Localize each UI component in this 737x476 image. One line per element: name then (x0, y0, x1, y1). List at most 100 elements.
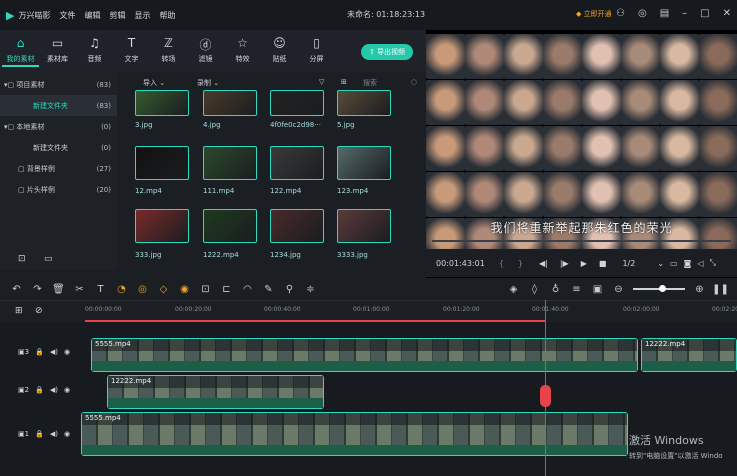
menu-file[interactable]: 文件 (59, 10, 75, 21)
volume-icon[interactable]: ◁ (697, 259, 703, 268)
media-thumbnail[interactable] (135, 90, 189, 116)
close-icon[interactable]: ✕ (723, 8, 731, 19)
volume-icon[interactable]: ◀) (50, 386, 58, 394)
fit-icon[interactable]: ⊡ (195, 284, 216, 295)
zoom-out-icon[interactable]: ⊖ (608, 284, 629, 295)
timeline-clip[interactable]: 5555.mp4 (91, 338, 638, 372)
eye-icon[interactable]: ◉ (64, 430, 70, 438)
redo-icon[interactable]: ↷ (27, 284, 48, 295)
record-dropdown[interactable]: 录制 ⌄ (197, 78, 219, 88)
tab-effect[interactable]: ☆ 特效 (224, 30, 261, 72)
stabilize-icon[interactable]: ◉ (174, 284, 195, 295)
eye-icon[interactable]: ◉ (64, 348, 70, 356)
media-thumbnail[interactable] (270, 209, 324, 243)
media-thumbnail[interactable] (337, 146, 391, 180)
play-icon[interactable]: ▶ (581, 259, 587, 268)
media-thumbnail[interactable] (337, 209, 391, 243)
fullscreen-icon[interactable]: ⤡ (710, 258, 716, 268)
audio-split-icon[interactable]: ⚲ (279, 284, 300, 295)
help-icon[interactable]: ◎ (638, 8, 647, 19)
tab-text[interactable]: T 文字 (113, 30, 150, 72)
media-thumbnail[interactable] (270, 146, 324, 180)
stop-icon[interactable]: ■ (599, 259, 607, 268)
video-preview[interactable]: 我们将重新举起那朱红色的荣光 (426, 30, 737, 278)
sidebar-item-backgrounds[interactable]: ▢ 背景样例 (27) (0, 158, 117, 179)
media-thumbnail[interactable] (135, 209, 189, 243)
lock-icon[interactable]: 🔒 (35, 386, 44, 394)
tab-sticker[interactable]: ☺ 贴纸 (261, 30, 298, 72)
search-input[interactable]: 搜索 ○ (363, 78, 417, 88)
mark-in-icon[interactable]: { (499, 259, 504, 268)
rotate-icon[interactable]: ◠ (237, 284, 258, 295)
save-icon[interactable]: ▤ (660, 8, 669, 19)
media-thumbnail[interactable] (203, 146, 257, 180)
menu-clip[interactable]: 剪辑 (109, 10, 125, 21)
timeline-clip[interactable]: 12222.mp4 (107, 375, 324, 409)
color-icon[interactable]: ◎ (132, 284, 153, 295)
lock-icon[interactable]: 🔒 (35, 348, 44, 356)
export-button[interactable]: ⇧ 导出视频 (361, 44, 413, 60)
cut-icon[interactable]: ✂ (69, 284, 90, 295)
new-folder-icon[interactable]: ⊡ (18, 254, 26, 264)
tab-transition[interactable]: ℤ 转场 (150, 30, 187, 72)
preview-progress[interactable] (432, 240, 731, 242)
grid-view-icon[interactable]: ⊞ (341, 78, 347, 86)
render-icon[interactable]: ◈ (503, 284, 524, 295)
maximize-icon[interactable]: □ (700, 8, 709, 19)
sidebar-item-local-folder[interactable]: 新建文件夹 (0) (0, 137, 117, 158)
pause-icon[interactable]: ❚❚ (710, 284, 731, 295)
eye-icon[interactable]: ◉ (64, 386, 70, 394)
filter-icon[interactable]: ▽ (319, 78, 324, 86)
minimize-icon[interactable]: – (682, 8, 687, 19)
mic-icon[interactable]: ♁ (545, 284, 566, 295)
shield-icon[interactable]: ◊ (524, 284, 545, 295)
delete-icon[interactable]: 🗑 (48, 284, 69, 295)
brush-icon[interactable]: ✎ (258, 284, 279, 295)
tab-folder[interactable]: ▭ 素材库 (39, 30, 76, 72)
volume-icon[interactable]: ◀) (50, 430, 58, 438)
text-edit-icon[interactable]: T (90, 284, 111, 295)
zoom-slider[interactable] (633, 285, 685, 292)
tab-split[interactable]: ▯ 分屏 (298, 30, 335, 72)
crop-icon[interactable]: ⊏ (216, 284, 237, 295)
zoom-ratio-select[interactable]: 1/2 (622, 259, 635, 268)
display-icon[interactable]: ▭ (670, 259, 678, 268)
media-thumbnail[interactable] (203, 90, 257, 116)
mixer-icon[interactable]: ≡ (566, 284, 587, 295)
user-icon[interactable]: ⚇ (616, 8, 625, 19)
tab-music[interactable]: ♫ 音频 (76, 30, 113, 72)
step-back-icon[interactable]: ◀| (539, 259, 548, 268)
vip-button[interactable]: ◆ 立即开通 (576, 9, 612, 19)
speed-icon[interactable]: ◔ (111, 284, 132, 295)
undo-icon[interactable]: ↶ (6, 284, 27, 295)
media-thumbnail[interactable] (270, 90, 324, 116)
sidebar-item-new-folder[interactable]: 新建文件夹 (83) (0, 95, 117, 116)
tab-filter[interactable]: ⓓ 滤镜 (187, 30, 224, 72)
link-icon[interactable]: ⊘ (35, 306, 43, 316)
sidebar-item-local[interactable]: ▾▢ 本地素材 (0) (0, 116, 117, 137)
timeline-clip[interactable]: 12222.mp4 (641, 338, 737, 372)
subtitle-icon[interactable]: ▣ (587, 284, 608, 295)
tab-folder[interactable]: ⌂ 我的素材 (2, 30, 39, 72)
adjust-icon[interactable]: ≑ (300, 284, 321, 295)
zoom-handle[interactable] (659, 285, 666, 292)
volume-icon[interactable]: ◀) (50, 348, 58, 356)
add-track-icon[interactable]: ⊞ (15, 306, 23, 316)
frame-play-icon[interactable]: |▶ (560, 259, 569, 268)
keyframe-icon[interactable]: ◇ (153, 284, 174, 295)
menu-edit[interactable]: 编辑 (84, 10, 100, 21)
sidebar-item-project[interactable]: ▾▢ 项目素材 (83) (0, 74, 117, 95)
sidebar-item-intros[interactable]: ▢ 片头样例 (20) (0, 179, 117, 200)
snapshot-icon[interactable]: ◙ (684, 259, 692, 268)
lock-icon[interactable]: 🔒 (35, 430, 44, 438)
zoom-in-icon[interactable]: ⊕ (689, 284, 710, 295)
timeline-ruler[interactable]: ⊞ ⊘ 00:00:00:00 00:00:20:00 00:00:40:00 00:… (0, 300, 737, 322)
media-thumbnail[interactable] (135, 146, 189, 180)
menu-view[interactable]: 显示 (134, 10, 150, 21)
menu-help[interactable]: 帮助 (159, 10, 175, 21)
mark-out-icon[interactable]: } (518, 259, 523, 268)
media-thumbnail[interactable] (203, 209, 257, 243)
import-dropdown[interactable]: 导入 ⌄ (143, 78, 165, 88)
media-thumbnail[interactable] (337, 90, 391, 116)
playhead-handle[interactable] (540, 385, 551, 407)
